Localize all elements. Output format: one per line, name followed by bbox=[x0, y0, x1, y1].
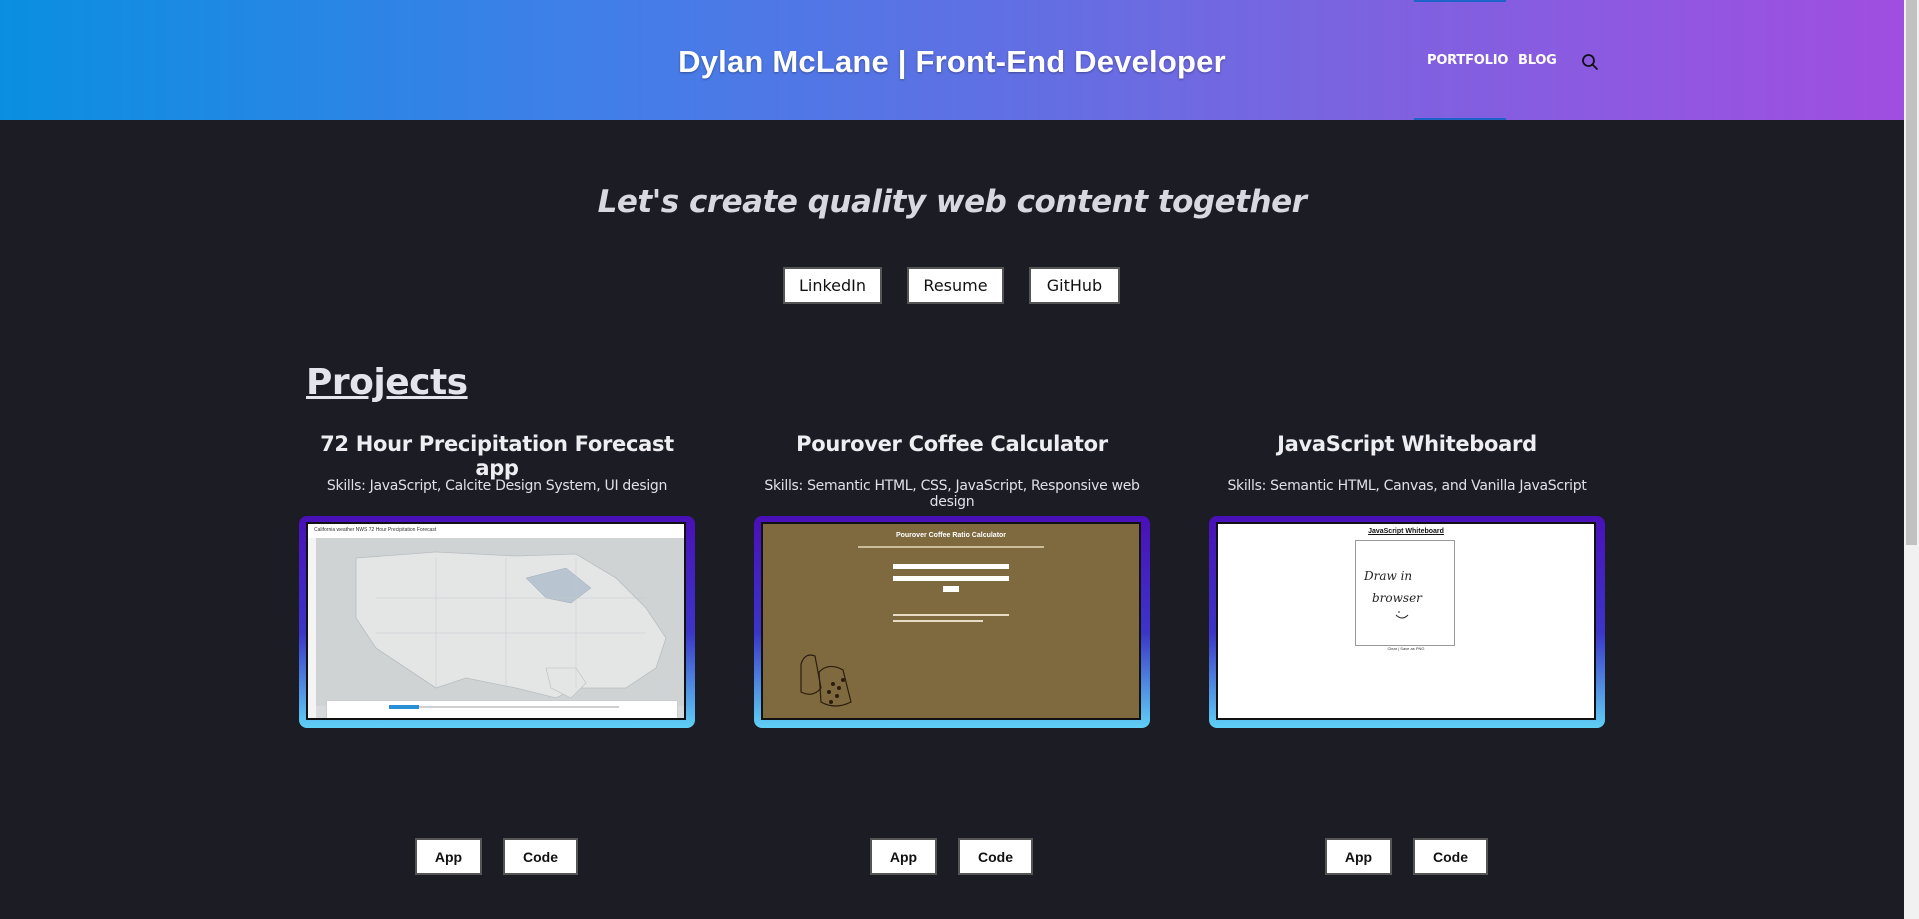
project-card-whiteboard: JavaScript Whiteboard Skills: Semantic H… bbox=[1209, 432, 1605, 728]
whiteboard-drawn-text: Draw in bbox=[1364, 569, 1413, 583]
whiteboard-canvas: Draw in browser bbox=[1355, 540, 1455, 646]
linkedin-button[interactable]: LinkedIn bbox=[783, 267, 882, 304]
us-map-graphic bbox=[316, 538, 684, 706]
whiteboard-thumbnail[interactable]: JavaScript Whiteboard Draw in browser Cl… bbox=[1216, 522, 1596, 720]
map-time-slider-panel[interactable] bbox=[326, 700, 678, 718]
projects-heading: Projects bbox=[306, 362, 468, 403]
coffee-thumb-select bbox=[893, 564, 1009, 569]
nav-item-blog[interactable]: BLOG bbox=[1518, 53, 1557, 68]
whiteboard-drawn-text: browser bbox=[1372, 591, 1422, 605]
precipitation-code-button[interactable]: Code bbox=[503, 838, 578, 875]
github-button[interactable]: GitHub bbox=[1029, 267, 1120, 304]
precipitation-app-button[interactable]: App bbox=[415, 838, 482, 875]
coffee-thumb-subtitle-line bbox=[858, 546, 1044, 548]
smiley-drawing-icon bbox=[1395, 611, 1409, 619]
project-skills: Skills: Semantic HTML, Canvas, and Vanil… bbox=[1227, 478, 1587, 494]
whiteboard-thumb-buttons: Clear | Save as PNG bbox=[1387, 646, 1425, 651]
project-card-coffee: Pourover Coffee Calculator Skills: Seman… bbox=[754, 432, 1150, 728]
project-skills: Skills: JavaScript, Calcite Design Syste… bbox=[326, 478, 668, 494]
page-scrollbar-thumb[interactable] bbox=[1906, 0, 1917, 545]
coffee-thumb-button bbox=[943, 586, 959, 592]
site-header: Dylan McLane | Front-End Developer PORTF… bbox=[0, 0, 1904, 120]
nav-item-portfolio[interactable]: PORTFOLIO bbox=[1414, 0, 1508, 120]
resume-button[interactable]: Resume bbox=[907, 267, 1004, 304]
project-card-precipitation: 72 Hour Precipitation Forecast app Skill… bbox=[299, 432, 695, 728]
project-skills: Skills: Semantic HTML, CSS, JavaScript, … bbox=[764, 478, 1140, 510]
coffee-thumb-input bbox=[893, 576, 1009, 581]
coffee-app-button[interactable]: App bbox=[870, 838, 937, 875]
coffee-thumb-result-line bbox=[893, 614, 1009, 616]
project-thumbnail-frame[interactable]: Pourover Coffee Ratio Calculator bbox=[754, 516, 1150, 728]
map-header-text: California weather NWS 72 Hour Precipita… bbox=[314, 527, 437, 533]
map-header-bar: California weather NWS 72 Hour Precipita… bbox=[308, 524, 684, 539]
coffee-thumb-result-line bbox=[893, 620, 983, 622]
whiteboard-code-button[interactable]: Code bbox=[1413, 838, 1488, 875]
whiteboard-thumb-title: JavaScript Whiteboard bbox=[1368, 528, 1444, 535]
search-icon[interactable] bbox=[1581, 53, 1599, 71]
coffee-bag-icon bbox=[800, 654, 852, 707]
project-thumbnail-frame[interactable]: California weather NWS 72 Hour Precipita… bbox=[299, 516, 695, 728]
coffee-code-button[interactable]: Code bbox=[958, 838, 1033, 875]
project-title: Pourover Coffee Calculator bbox=[796, 432, 1108, 456]
project-title: JavaScript Whiteboard bbox=[1277, 432, 1537, 456]
nav-portfolio-label[interactable]: PORTFOLIO bbox=[1427, 53, 1508, 68]
coffee-calculator-thumbnail[interactable]: Pourover Coffee Ratio Calculator bbox=[761, 522, 1141, 720]
time-slider-progress bbox=[389, 705, 419, 709]
project-title: 72 Hour Precipitation Forecast app bbox=[320, 432, 674, 480]
precipitation-map-thumbnail[interactable]: California weather NWS 72 Hour Precipita… bbox=[306, 522, 686, 720]
coffee-thumb-title: Pourover Coffee Ratio Calculator bbox=[895, 532, 1007, 539]
time-slider-track bbox=[389, 706, 619, 708]
whiteboard-app-button[interactable]: App bbox=[1325, 838, 1392, 875]
tagline: Let's create quality web content togethe… bbox=[597, 184, 1307, 220]
project-thumbnail-frame[interactable]: JavaScript Whiteboard Draw in browser Cl… bbox=[1209, 516, 1605, 728]
site-title[interactable]: Dylan McLane | Front-End Developer bbox=[0, 44, 1904, 80]
